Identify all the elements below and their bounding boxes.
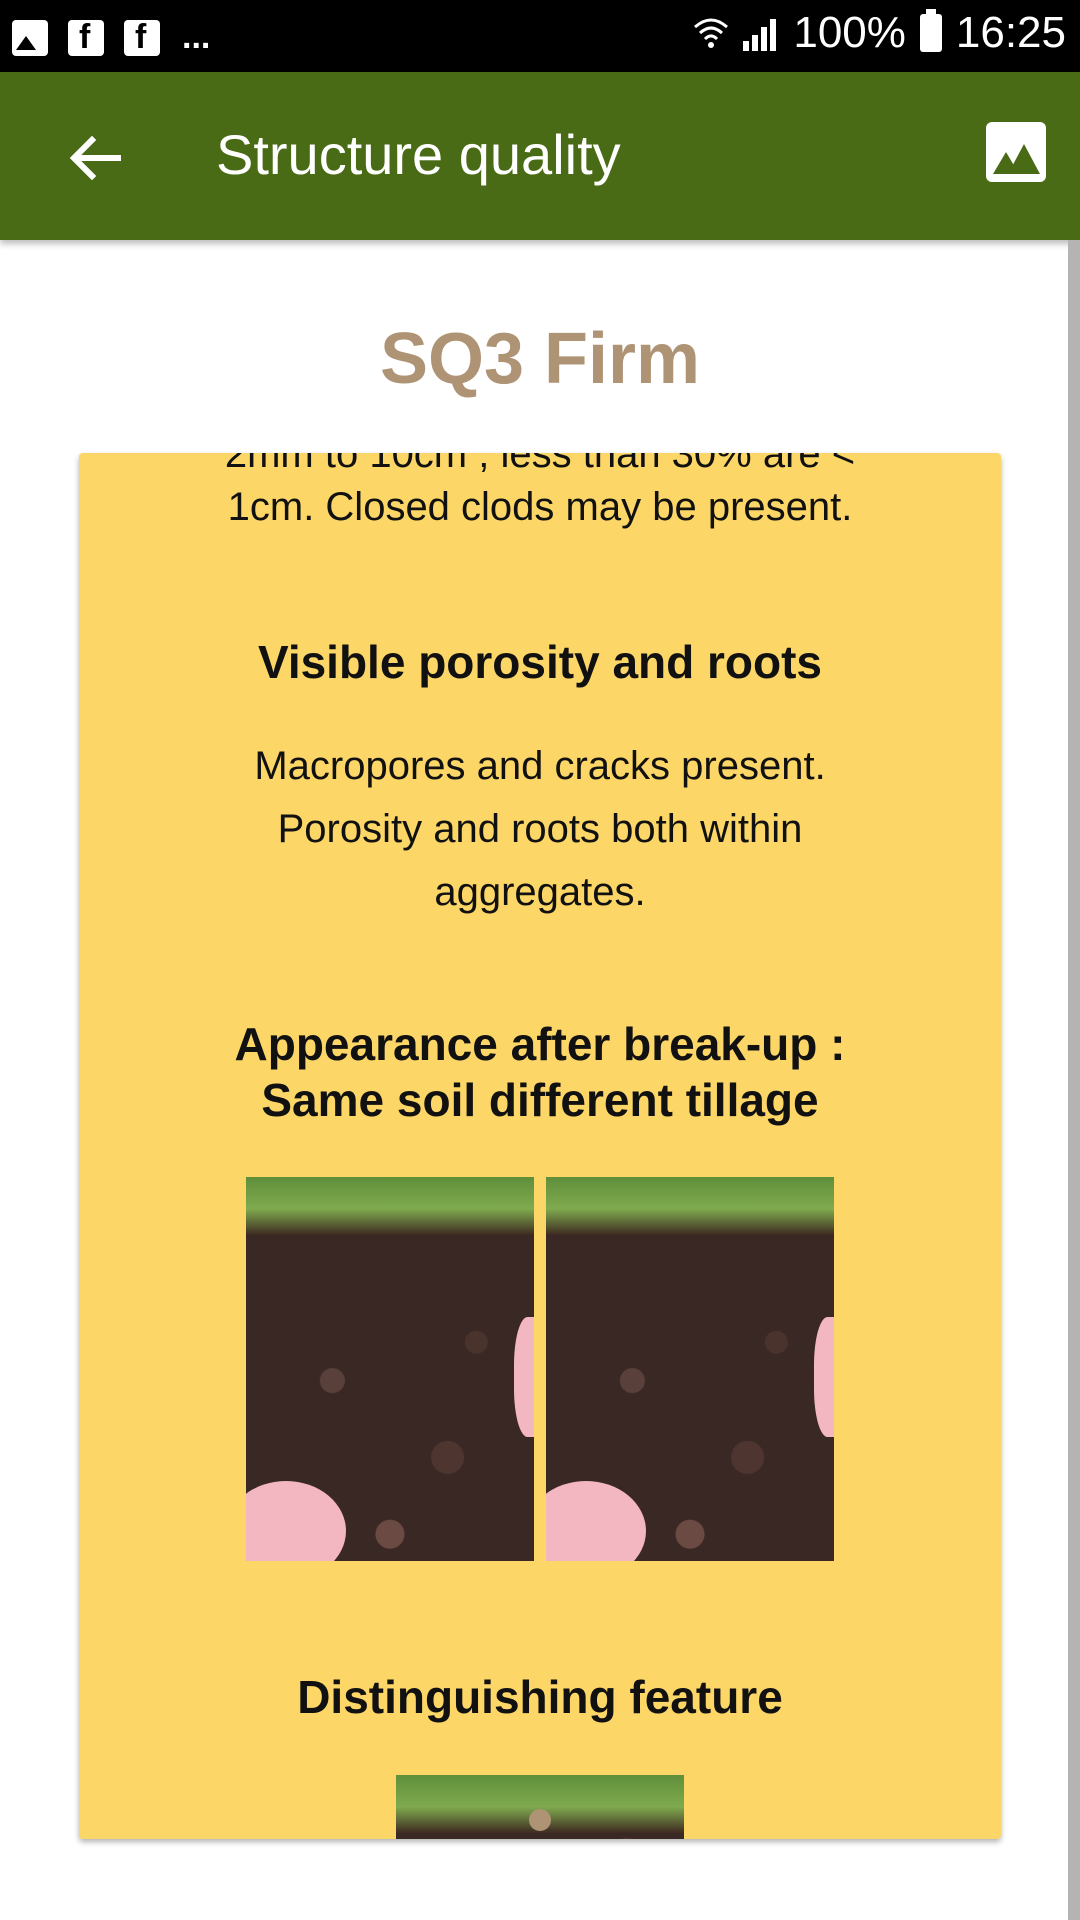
page-dot-active: [529, 1809, 551, 1831]
screen-title: Structure quality: [216, 123, 621, 186]
wifi-icon: [694, 18, 729, 48]
app-bar: Structure quality: [0, 72, 1080, 240]
description-card[interactable]: 2mm to 10cm ; less than 30% are < 1cm. C…: [79, 453, 1001, 1839]
soil-photo-2[interactable]: [546, 1177, 834, 1561]
battery-percent: 100%: [793, 8, 906, 57]
back-arrow-icon[interactable]: [60, 122, 132, 194]
facebook-icon: [124, 18, 160, 57]
notification-icons: ...: [12, 18, 210, 57]
signal-icon: [743, 15, 779, 51]
distinguishing-title: Distinguishing feature: [297, 1671, 783, 1723]
porosity-line-3: aggregates.: [434, 870, 646, 914]
facebook-icon: [68, 18, 104, 57]
system-indicators: 100% 16:25: [693, 8, 1066, 58]
appearance-title-line-1: Appearance after break-up :: [234, 1018, 846, 1070]
porosity-line-1: Macropores and cracks present.: [254, 744, 826, 788]
scroll-edge: [1068, 240, 1080, 1920]
porosity-title: Visible porosity and roots: [257, 636, 823, 688]
soil-photo-1[interactable]: [246, 1177, 534, 1561]
page-title: SQ3 Firm: [379, 319, 701, 399]
porosity-line-2: Porosity and roots both within: [277, 807, 803, 851]
clock: 16:25: [955, 8, 1066, 57]
page-indicator: [79, 1809, 1001, 1831]
notification-overflow: ...: [182, 18, 211, 56]
gallery-icon: [12, 19, 48, 56]
battery-icon: [919, 9, 942, 52]
intro-text: 1cm. Closed clods may be present.: [227, 485, 853, 529]
image-icon[interactable]: [986, 122, 1046, 182]
appearance-title-line-2: Same soil different tillage: [261, 1074, 819, 1126]
status-bar: ... 100% 16:25: [0, 0, 1080, 72]
